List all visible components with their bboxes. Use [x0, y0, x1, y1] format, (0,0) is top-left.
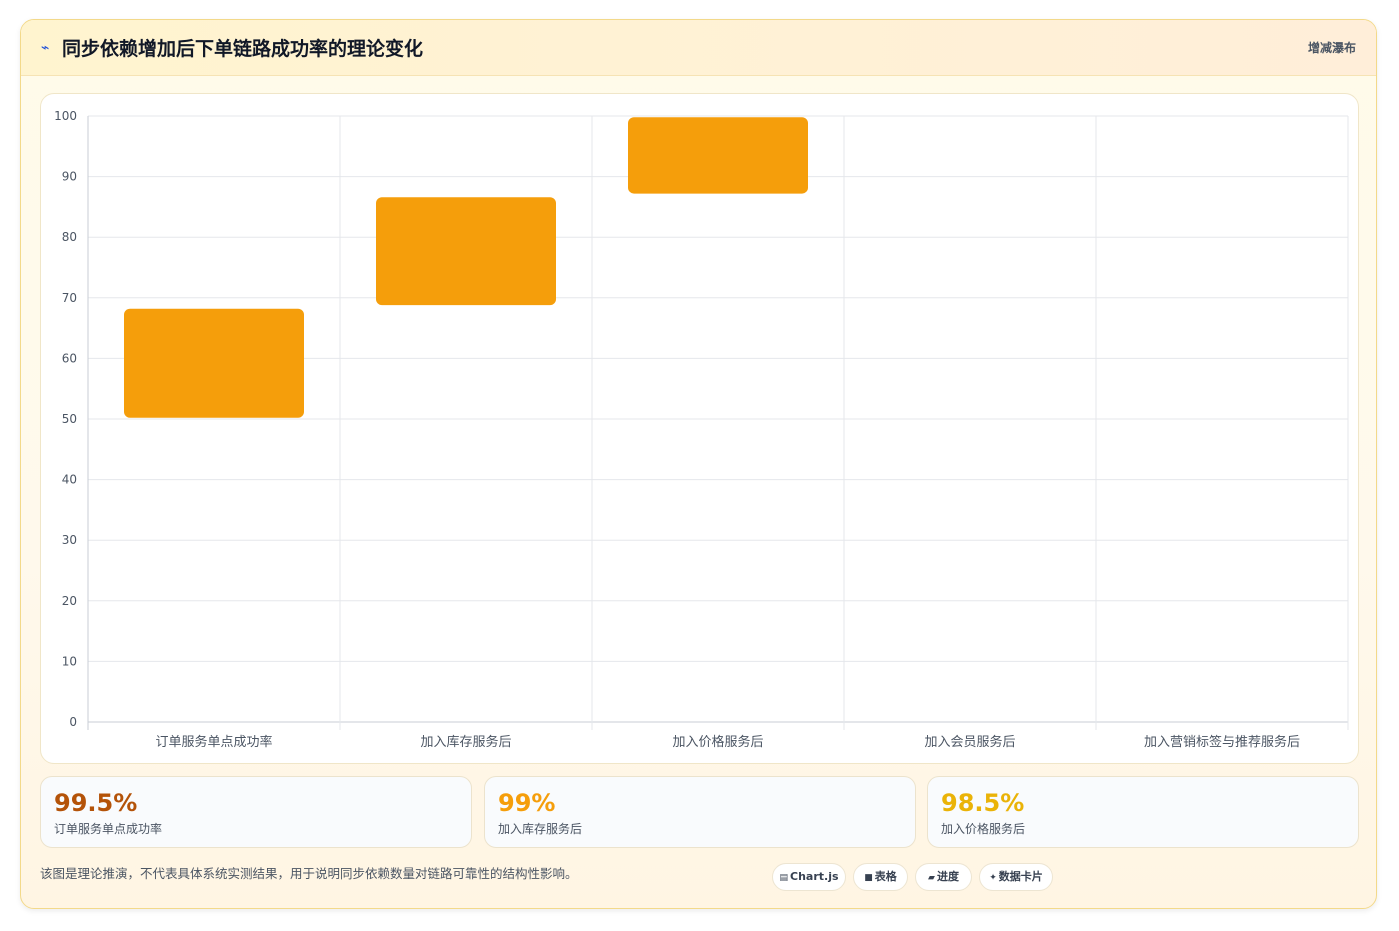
x-tick-label: 加入库存服务后 — [420, 734, 511, 750]
pill-label: Chart.js — [790, 870, 839, 883]
pill-data-cards[interactable]: ✦ 数据卡片 — [979, 863, 1053, 891]
progress-icon: ▰ — [928, 873, 935, 883]
y-tick-label: 70 — [62, 291, 77, 305]
chart-type-tag: 增减瀑布 — [1307, 41, 1356, 55]
stat-label: 订单服务单点成功率 — [54, 822, 163, 836]
stat-value: 98.5% — [941, 789, 1025, 817]
y-tick-label: 30 — [62, 533, 77, 547]
table-icon: ■ — [864, 873, 873, 883]
pill-label: 表格 — [874, 870, 897, 883]
pill-label: 进度 — [936, 870, 959, 883]
pill-table[interactable]: ■ 表格 — [853, 863, 908, 891]
y-tick-label: 60 — [62, 351, 77, 365]
chart-panel: 0 10 20 30 40 50 60 70 80 90 100 订单服务单点成功率 加入库存服务后 加入… — [40, 93, 1359, 764]
x-tick-label: 加入会员服务后 — [924, 734, 1015, 750]
y-tick-label: 80 — [62, 230, 77, 244]
stat-label: 加入库存服务后 — [498, 822, 583, 836]
x-tick-label: 订单服务单点成功率 — [155, 734, 272, 750]
y-tick-label: 10 — [62, 654, 77, 668]
waterfall-bar — [124, 308, 304, 418]
stat-card-order: 99.5% 订单服务单点成功率 — [40, 776, 472, 848]
stat-value: 99% — [498, 789, 556, 817]
card-header: ⌁ 同步依赖增加后下单链路成功率的理论变化 增减瀑布 — [21, 20, 1376, 76]
footnote: 该图是理论推演，不代表具体系统实测结果，用于说明同步依赖数量对链路可靠性的结构性… — [40, 866, 578, 881]
chart-card: ⌁ 同步依赖增加后下单链路成功率的理论变化 增减瀑布 0 10 20 30 40 50 60… — [20, 19, 1377, 909]
y-tick-label: 100 — [54, 109, 77, 123]
y-tick-label: 40 — [62, 473, 77, 487]
chart-icon: ▤ — [779, 873, 788, 883]
waterfall-bar — [376, 197, 556, 306]
pill-label: 数据卡片 — [998, 870, 1043, 883]
stat-value: 99.5% — [54, 789, 138, 817]
x-tick-label: 加入营销标签与推荐服务后 — [1144, 734, 1300, 750]
stat-card-inventory: 99% 加入库存服务后 — [484, 776, 916, 848]
waterfall-chart: 0 10 20 30 40 50 60 70 80 90 100 订单服务单点成功率 加入库存服务后 加入… — [54, 109, 1349, 750]
stat-label: 加入价格服务后 — [941, 822, 1026, 836]
x-tick-label: 加入价格服务后 — [672, 734, 763, 750]
y-tick-label: 20 — [62, 594, 77, 608]
sparkle-icon: ✦ — [989, 873, 997, 883]
trend-icon: ⌁ — [41, 40, 50, 56]
chart-title: 同步依赖增加后下单链路成功率的理论变化 — [62, 38, 424, 60]
y-tick-label: 90 — [62, 170, 77, 184]
stat-card-price: 98.5% 加入价格服务后 — [927, 776, 1359, 848]
pill-progress[interactable]: ▰ 进度 — [915, 863, 972, 891]
pill-chartjs[interactable]: ▤ Chart.js — [772, 863, 846, 891]
waterfall-bar — [628, 117, 808, 194]
y-tick-label: 0 — [69, 715, 77, 729]
y-tick-label: 50 — [62, 412, 77, 426]
